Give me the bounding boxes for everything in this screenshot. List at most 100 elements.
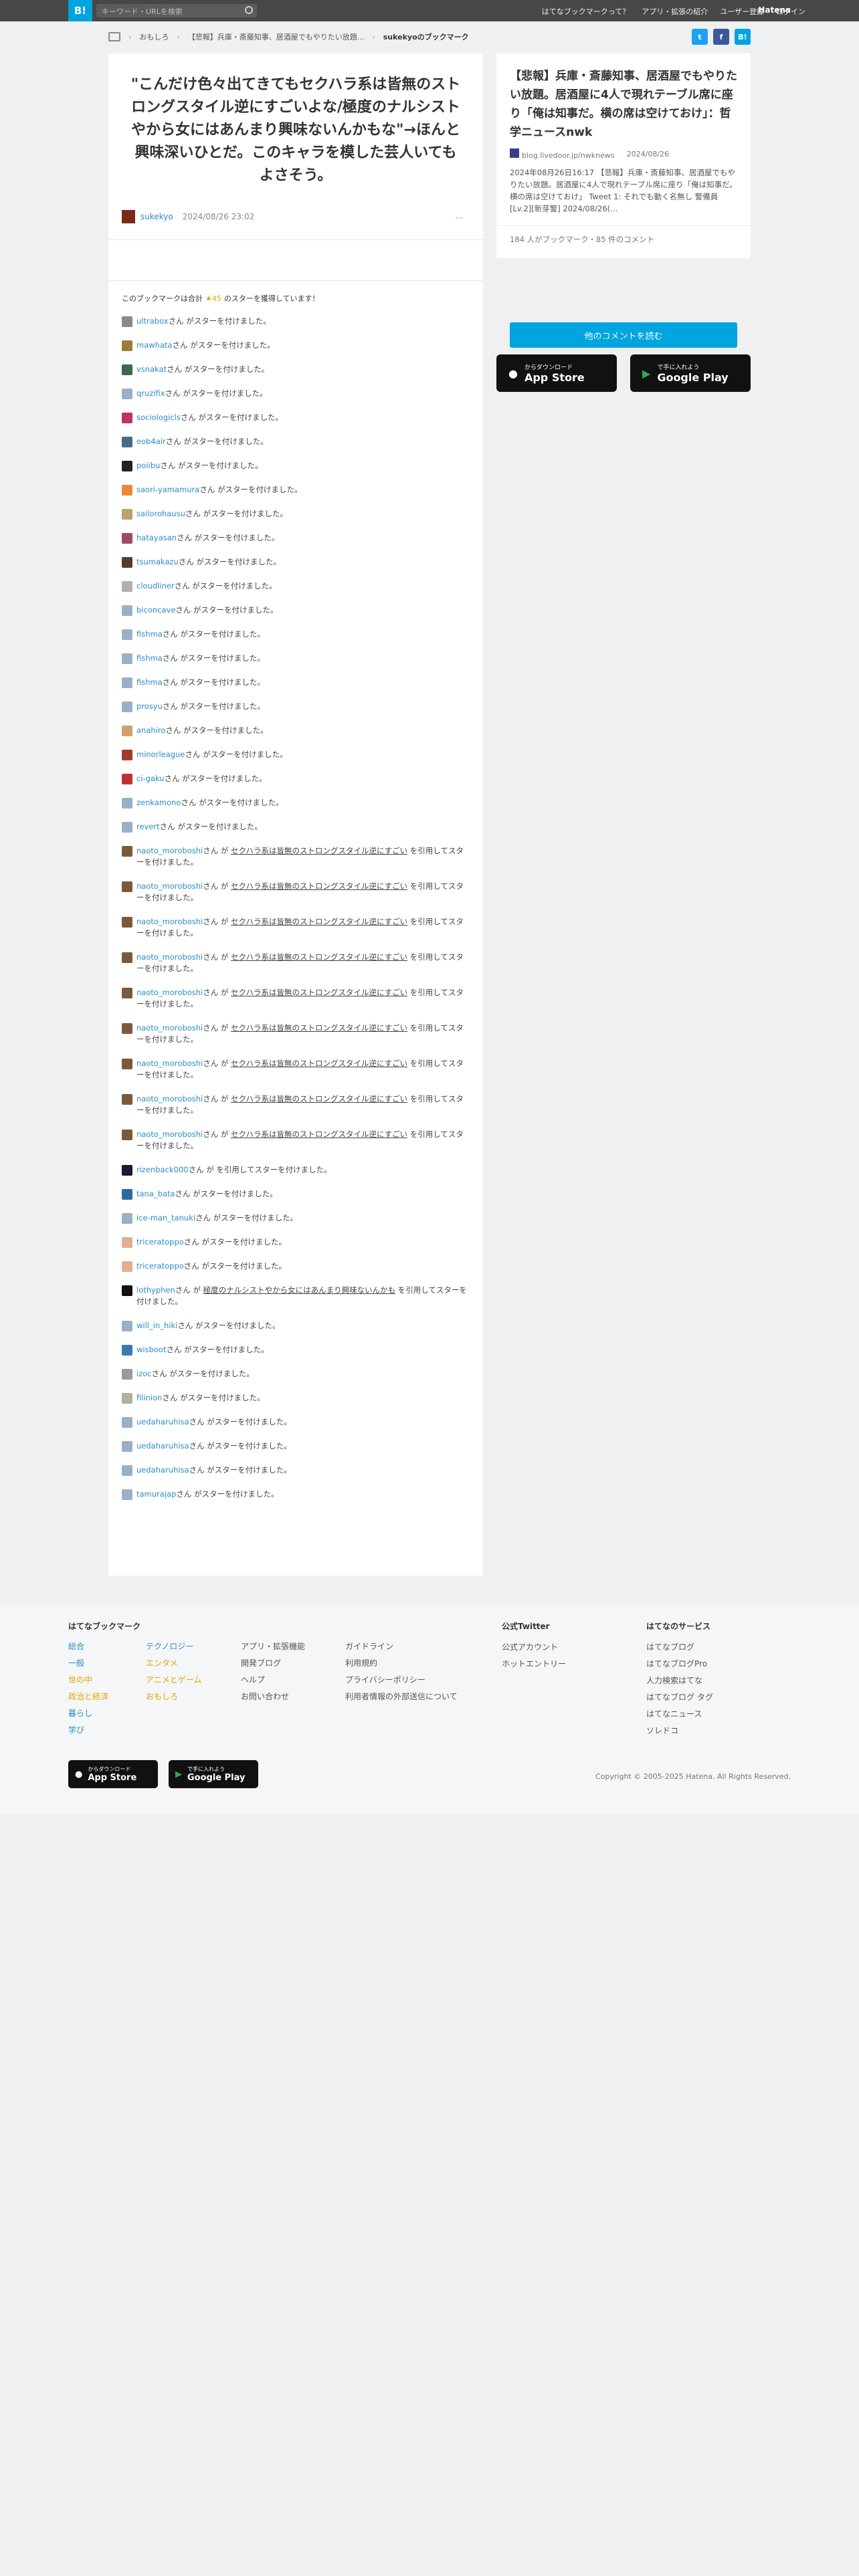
user-link[interactable]: naoto_moroboshi (136, 988, 203, 997)
home-icon[interactable] (108, 32, 120, 41)
breadcrumb-category[interactable]: おもしろ (139, 31, 169, 42)
avatar[interactable] (122, 1213, 132, 1224)
user-link[interactable]: wisboot (136, 1345, 166, 1354)
user-link[interactable]: fishma (136, 677, 163, 687)
user-link[interactable]: uedaharuhisa (136, 1441, 189, 1451)
user-link[interactable]: saori-yamamura (136, 485, 199, 494)
avatar[interactable] (122, 1094, 132, 1105)
user-link[interactable]: naoto_moroboshi (136, 917, 203, 926)
footer-link[interactable]: はてなブログPro (646, 1656, 713, 1673)
footer-link[interactable]: アニメとゲーム (146, 1672, 201, 1689)
user-link[interactable]: triceratoppo (136, 1237, 184, 1247)
hatena-bookmark-logo[interactable]: B! (68, 0, 92, 21)
avatar[interactable] (122, 1261, 132, 1272)
avatar[interactable] (122, 389, 132, 399)
user-link[interactable]: zenkamono (136, 798, 181, 807)
hatena-share-icon[interactable]: B! (735, 29, 751, 45)
user-link[interactable]: tsumakazu (136, 557, 179, 566)
search-input[interactable]: キーワード・URLを検索 (96, 4, 257, 17)
avatar[interactable] (122, 413, 132, 423)
avatar[interactable] (122, 702, 132, 712)
footer-appstore-button[interactable]: ● からダウンロード App Store (68, 1760, 158, 1788)
footer-link[interactable]: ソレドコ (646, 1723, 713, 1739)
user-link[interactable]: ultrabox (136, 316, 169, 326)
avatar[interactable] (122, 316, 132, 327)
user-link[interactable]: vsnakat (136, 364, 167, 374)
user-link[interactable]: will_in_hiki (136, 1321, 177, 1330)
avatar[interactable] (122, 1165, 132, 1176)
avatar[interactable] (122, 461, 132, 471)
user-link[interactable]: biconcave (136, 605, 175, 615)
footer-link[interactable]: 一般 (68, 1655, 108, 1672)
footer-link[interactable]: 学び (68, 1722, 108, 1739)
footer-link[interactable]: エンタメ (146, 1655, 201, 1672)
appstore-button[interactable]: ● からダウンロード App Store (496, 354, 617, 392)
avatar[interactable] (122, 881, 132, 892)
avatar[interactable] (122, 1441, 132, 1452)
avatar[interactable] (122, 1345, 132, 1356)
user-link[interactable]: naoto_moroboshi (136, 952, 203, 962)
user-link[interactable]: revert (136, 822, 160, 831)
user-link[interactable]: poiibu (136, 461, 160, 470)
user-link[interactable]: qruzifix (136, 389, 165, 398)
footer-link[interactable]: 公式アカウント (502, 1639, 566, 1656)
twitter-share-icon[interactable]: t (692, 29, 708, 45)
entry-stats[interactable]: 184 人がブックマーク・85 件のコメント (496, 225, 751, 253)
user-link[interactable]: uedaharuhisa (136, 1417, 189, 1426)
avatar[interactable] (122, 485, 132, 496)
nav-about[interactable]: はてなブックマークって？ (542, 6, 630, 17)
user-link[interactable]: izoc (136, 1369, 152, 1378)
avatar[interactable] (122, 952, 132, 963)
footer-link[interactable]: 開発ブログ (241, 1655, 305, 1672)
nav-register[interactable]: ユーザー登録 (720, 6, 764, 17)
quote-link[interactable]: セクハラ系は皆無のストロングスタイル逆にすごい (231, 988, 407, 997)
avatar[interactable] (122, 605, 132, 616)
more-menu-icon[interactable]: ... (456, 211, 463, 221)
footer-link[interactable]: ヘルプ (241, 1672, 305, 1689)
user-link[interactable]: ice-man_tanuki (136, 1213, 195, 1222)
avatar[interactable] (122, 533, 132, 544)
quote-link[interactable]: セクハラ系は皆無のストロングスタイル逆にすごい (231, 1130, 407, 1139)
avatar[interactable] (122, 1189, 132, 1200)
user-link[interactable]: prosyu (136, 702, 163, 711)
user-link[interactable]: mawhata (136, 340, 173, 350)
footer-link[interactable]: はてなニュース (646, 1706, 713, 1723)
footer-link[interactable]: おもしろ (146, 1689, 201, 1705)
footer-googleplay-button[interactable]: ▶ で手に入れよう Google Play (169, 1760, 258, 1788)
avatar[interactable] (122, 726, 132, 736)
avatar[interactable] (122, 509, 132, 520)
user-link[interactable]: hatayasan (136, 533, 177, 542)
footer-link[interactable]: ガイドライン (345, 1638, 458, 1655)
user-link[interactable]: tana_bata (136, 1189, 175, 1198)
breadcrumb-entry[interactable]: 【悲報】兵庫・斎藤知事、居酒屋でもやりたい放題... (188, 31, 365, 42)
footer-link[interactable]: テクノロジー (146, 1638, 201, 1655)
avatar[interactable] (122, 210, 135, 223)
search-icon[interactable] (245, 6, 253, 14)
footer-link[interactable]: 利用者情報の外部送信について (345, 1689, 458, 1705)
footer-link[interactable]: プライバシーポリシー (345, 1672, 458, 1689)
avatar[interactable] (122, 1417, 132, 1428)
quote-link[interactable]: セクハラ系は皆無のストロングスタイル逆にすごい (231, 917, 407, 926)
user-link[interactable]: cloudliner (136, 581, 175, 591)
avatar[interactable] (122, 1130, 132, 1140)
quote-link[interactable]: セクハラ系は皆無のストロングスタイル逆にすごい (231, 846, 407, 855)
quote-link[interactable]: セクハラ系は皆無のストロングスタイル逆にすごい (231, 1059, 407, 1068)
footer-link[interactable]: ホットエントリー (502, 1656, 566, 1673)
user-link[interactable]: uedaharuhisa (136, 1465, 189, 1475)
avatar[interactable] (122, 1393, 132, 1404)
entry-title[interactable]: 【悲報】兵庫・斎藤知事、居酒屋でもやりたい放題。居酒屋に4人で現れテーブル席に座… (496, 53, 751, 142)
nav-apps[interactable]: アプリ・拡張の紹介 (642, 6, 708, 17)
avatar[interactable] (122, 581, 132, 592)
avatar[interactable] (122, 798, 132, 809)
avatar[interactable] (122, 1465, 132, 1476)
footer-link[interactable]: 世の中 (68, 1672, 108, 1689)
quote-link[interactable]: 極度のナルシストやから女にはあんまり興味ないんかも (203, 1285, 396, 1295)
user-link[interactable]: naoto_moroboshi (136, 1094, 203, 1103)
footer-link[interactable]: 暮らし (68, 1705, 108, 1722)
avatar[interactable] (122, 1369, 132, 1380)
user-link[interactable]: filinion (136, 1393, 162, 1402)
avatar[interactable] (122, 629, 132, 640)
user-link[interactable]: fishma (136, 629, 163, 639)
user-link[interactable]: sociologicls (136, 413, 181, 422)
facebook-share-icon[interactable]: f (713, 29, 729, 45)
